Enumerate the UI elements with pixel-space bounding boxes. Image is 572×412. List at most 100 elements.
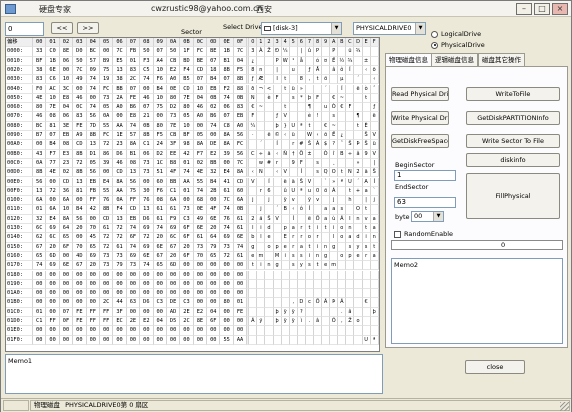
ascii-char-cell[interactable] <box>273 279 282 290</box>
ascii-char-cell[interactable]: © <box>273 131 282 141</box>
hex-byte-cell[interactable]: 3F <box>113 307 127 317</box>
ascii-char-cell[interactable]: O <box>354 205 363 215</box>
ascii-char-cell[interactable]: Ò <box>322 149 331 159</box>
ascii-char-cell[interactable]: V <box>370 149 379 159</box>
hex-byte-cell[interactable]: 74 <box>193 186 208 197</box>
hex-byte-cell[interactable]: 00 <box>220 326 234 336</box>
hex-byte-cell[interactable]: 01 <box>180 186 194 197</box>
ascii-char-cell[interactable] <box>265 168 274 178</box>
hex-byte-cell[interactable]: 75 <box>126 186 141 197</box>
hex-byte-cell[interactable]: 00 <box>126 270 141 280</box>
hex-byte-cell[interactable]: 00 <box>166 289 181 299</box>
ascii-char-cell[interactable]: a <box>370 224 379 234</box>
ascii-char-cell[interactable] <box>273 270 282 280</box>
hex-byte-cell[interactable]: 00 <box>207 335 221 345</box>
hex-byte-cell[interactable]: 00 <box>207 196 221 206</box>
ascii-char-cell[interactable]: N <box>257 168 266 178</box>
hex-byte-cell[interactable]: 04 <box>59 103 74 113</box>
hex-byte-cell[interactable]: 00 <box>153 112 167 122</box>
hex-byte-cell[interactable]: 00 <box>180 270 194 280</box>
memo1-textarea[interactable]: Memo1 <box>5 354 383 394</box>
hex-byte-cell[interactable]: 8E <box>59 47 74 57</box>
hex-byte-cell[interactable]: EB <box>59 131 74 141</box>
tab-physical-disk-info[interactable]: 物理磁盘信息 <box>385 53 432 67</box>
ascii-char-cell[interactable] <box>354 224 363 234</box>
ascii-char-cell[interactable]: å <box>297 56 306 66</box>
ascii-char-cell[interactable] <box>362 112 371 122</box>
ascii-char-cell[interactable]: d <box>265 224 274 234</box>
random-enable-checkbox[interactable]: RandomEnable <box>394 230 453 238</box>
ascii-char-cell[interactable]: g <box>249 242 258 252</box>
ascii-char-cell[interactable] <box>305 279 314 290</box>
hex-byte-cell[interactable]: AD <box>166 307 181 317</box>
ascii-char-cell[interactable] <box>273 233 282 243</box>
hex-byte-cell[interactable]: 00 <box>73 196 87 206</box>
hex-byte-cell[interactable]: AC <box>46 84 60 94</box>
hex-byte-cell[interactable]: A0 <box>113 103 127 113</box>
ascii-char-cell[interactable]: ~ <box>338 93 347 104</box>
hex-byte-cell[interactable]: 8A <box>220 131 234 141</box>
hex-byte-cell[interactable]: 00 <box>73 289 87 299</box>
ascii-char-cell[interactable] <box>322 326 331 336</box>
ascii-char-cell[interactable]: Ñ <box>281 149 290 159</box>
ascii-char-cell[interactable]: Í <box>305 205 314 215</box>
hex-byte-cell[interactable]: 00 <box>180 279 194 290</box>
hex-byte-cell[interactable]: 73 <box>220 242 234 252</box>
ascii-char-cell[interactable]: V <box>273 214 282 224</box>
hex-byte-cell[interactable]: 00 <box>140 289 154 299</box>
tab-other-disk-ops[interactable]: 磁盘其它操作 <box>478 53 525 66</box>
ascii-char-cell[interactable]: 2 <box>249 214 258 224</box>
ascii-char-cell[interactable]: » <box>297 84 306 94</box>
ascii-char-cell[interactable] <box>297 131 306 141</box>
hex-byte-cell[interactable]: 20 <box>86 261 100 271</box>
hex-byte-cell[interactable]: 00 <box>193 335 208 345</box>
hex-byte-cell[interactable]: 80 <box>180 103 194 113</box>
hex-byte-cell[interactable]: 73 <box>140 158 154 169</box>
hex-byte-cell[interactable]: 05 <box>86 158 100 169</box>
ascii-char-cell[interactable]: | <box>297 47 306 57</box>
ascii-char-cell[interactable]: ã <box>265 149 274 159</box>
ascii-char-cell[interactable]: ƒ <box>273 112 282 122</box>
hex-byte-cell[interactable]: 00 <box>73 326 87 336</box>
ascii-char-cell[interactable]: ± <box>305 149 314 159</box>
ascii-char-cell[interactable]: Ž <box>346 317 355 327</box>
ascii-char-cell[interactable]: 0 <box>314 186 323 197</box>
ascii-char-cell[interactable] <box>322 307 331 317</box>
hex-byte-cell[interactable]: 00 <box>99 289 114 299</box>
ascii-char-cell[interactable]: t <box>346 186 355 197</box>
ascii-char-cell[interactable] <box>289 112 298 122</box>
ascii-char-cell[interactable]: V <box>249 177 258 187</box>
hex-byte-cell[interactable]: 07 <box>59 307 74 317</box>
hex-byte-cell[interactable]: 00 <box>126 307 141 317</box>
hex-byte-cell[interactable]: 72 <box>140 233 154 243</box>
hex-byte-cell[interactable]: C3 <box>180 214 194 224</box>
write-to-file-button[interactable]: WriteToFile <box>466 87 560 101</box>
ascii-char-cell[interactable] <box>362 47 371 57</box>
ascii-char-cell[interactable]: r <box>273 158 282 169</box>
ascii-char-cell[interactable]: p <box>273 242 282 252</box>
ascii-char-cell[interactable]: # <box>297 140 306 150</box>
ascii-char-cell[interactable]: V <box>305 177 314 187</box>
hex-byte-cell[interactable]: 79 <box>113 261 127 271</box>
ascii-char-cell[interactable] <box>330 279 339 290</box>
ascii-char-cell[interactable]: g <box>330 242 339 252</box>
ascii-char-cell[interactable] <box>322 317 331 327</box>
hex-byte-cell[interactable]: 73 <box>180 205 194 215</box>
hex-byte-cell[interactable]: F7 <box>193 149 208 159</box>
ascii-char-cell[interactable] <box>354 261 363 271</box>
ascii-char-cell[interactable] <box>338 261 347 271</box>
hex-byte-cell[interactable]: 7E <box>46 103 60 113</box>
prev-sector-button[interactable]: << <box>51 22 73 34</box>
begin-sector-input[interactable]: 1 <box>394 170 456 181</box>
hex-byte-cell[interactable]: FF <box>46 317 60 327</box>
hex-byte-cell[interactable]: 00 <box>113 279 127 290</box>
ascii-char-cell[interactable]: â <box>354 149 363 159</box>
ascii-char-cell[interactable]: a <box>322 214 331 224</box>
ascii-char-cell[interactable]: | <box>362 196 371 206</box>
ascii-char-cell[interactable] <box>354 65 363 76</box>
hex-byte-cell[interactable]: 83 <box>33 75 47 85</box>
tab-logical-disk-info[interactable]: 逻辑磁盘信息 <box>431 53 478 66</box>
hex-byte-cell[interactable]: E2 <box>207 149 221 159</box>
ascii-char-cell[interactable] <box>289 326 298 336</box>
hex-byte-cell[interactable]: 61 <box>166 205 181 215</box>
